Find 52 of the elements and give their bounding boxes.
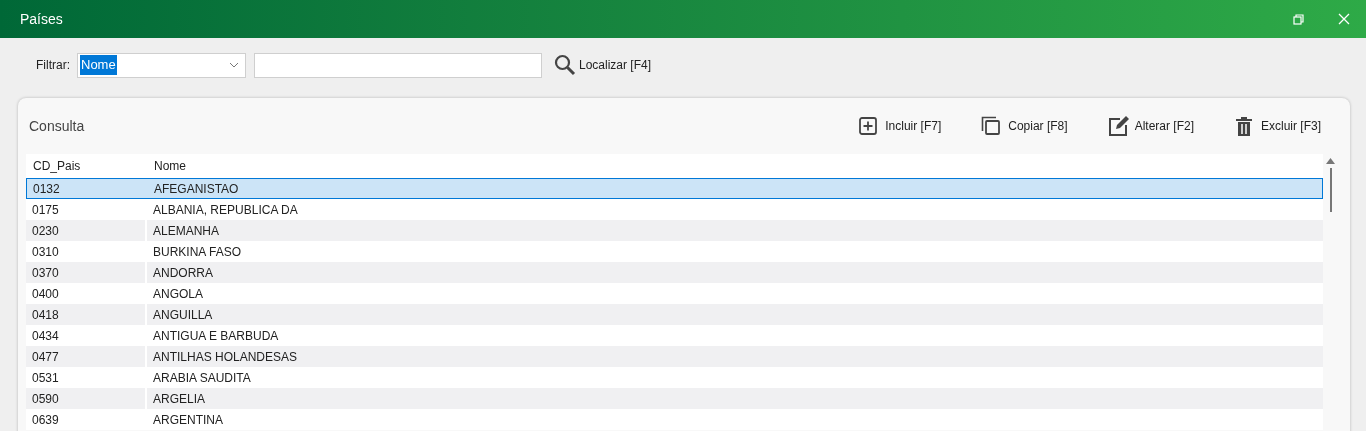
edit-icon	[1107, 115, 1129, 137]
table-cell-text: 0175	[31, 201, 60, 219]
toolbar-button[interactable]: Alterar [F2]	[1107, 115, 1194, 137]
copy-icon	[981, 115, 1003, 137]
table-cell-text: 0639	[31, 411, 60, 429]
toolbar-button[interactable]: Excluir [F3]	[1234, 115, 1321, 137]
trash-icon	[1234, 115, 1255, 137]
table-cell: 0590	[26, 388, 145, 409]
panel-title: Consulta	[29, 116, 86, 136]
table-cell-text: AFEGANISTAO	[153, 180, 240, 198]
table-row[interactable]: 0370 ANDORRA	[26, 262, 1323, 283]
table-cell: ANDORRA	[147, 262, 1323, 283]
toolbar-button[interactable]: Incluir [F7]	[858, 115, 942, 137]
table-cell: ANGUILLA	[147, 304, 1323, 325]
table-cell: 0477	[26, 346, 145, 367]
table-cell: ARGELIA	[147, 388, 1323, 409]
table-cell-text: ALBANIA, REPUBLICA DA	[152, 201, 299, 219]
column-header[interactable]: CD_Pais	[26, 157, 146, 175]
table-cell: ALEMANHA	[147, 220, 1323, 241]
chevron-down-icon	[229, 62, 239, 68]
table-row[interactable]: 0477 ANTILHAS HOLANDESAS	[26, 346, 1323, 367]
table-cell-text: 0310	[31, 243, 60, 261]
filter-label: Filtrar:	[36, 57, 70, 74]
restore-icon[interactable]	[1293, 13, 1304, 25]
filter-dropdown[interactable]: Nome	[77, 52, 246, 78]
scroll-up-icon[interactable]	[1326, 158, 1335, 164]
table-row[interactable]: 0590 ARGELIA	[26, 388, 1323, 409]
table-cell-text: ANTIGUA E BARBUDA	[152, 327, 280, 345]
table-cell-text: ARABIA SAUDITA	[152, 369, 252, 387]
table-cell-text: 0400	[31, 285, 60, 303]
window-title: Países	[20, 9, 64, 29]
toolbar-button[interactable]: Copiar [F8]	[981, 115, 1068, 137]
search-field[interactable]	[254, 52, 542, 78]
table-cell-text: 0531	[31, 369, 60, 387]
table-cell: 0370	[26, 262, 145, 283]
table-cell-text: ANGOLA	[152, 285, 204, 303]
search-button[interactable]: Localizar [F4]	[554, 54, 652, 76]
table-cell: ANTILHAS HOLANDESAS	[147, 346, 1323, 367]
scrollbar-thumb[interactable]	[1329, 168, 1332, 212]
selected-row[interactable]: 0132 AFEGANISTAO	[26, 178, 1323, 199]
table-row[interactable]: 0418 ANGUILLA	[26, 304, 1323, 325]
plus-square-icon	[858, 115, 880, 137]
table-cell-text: ARGENTINA	[152, 411, 224, 429]
column-header[interactable]: Nome	[146, 157, 186, 175]
table-cell-text: BURKINA FASO	[152, 243, 243, 261]
close-icon[interactable]	[1338, 13, 1350, 25]
table-cell-text: 0434	[31, 327, 60, 345]
search-icon	[554, 54, 576, 76]
table-cell: 0418	[26, 304, 145, 325]
table-cell: 0230	[26, 220, 145, 241]
table-cell-text: 0132	[32, 180, 61, 198]
table-row[interactable]: 0230 ALEMANHA	[26, 220, 1323, 241]
